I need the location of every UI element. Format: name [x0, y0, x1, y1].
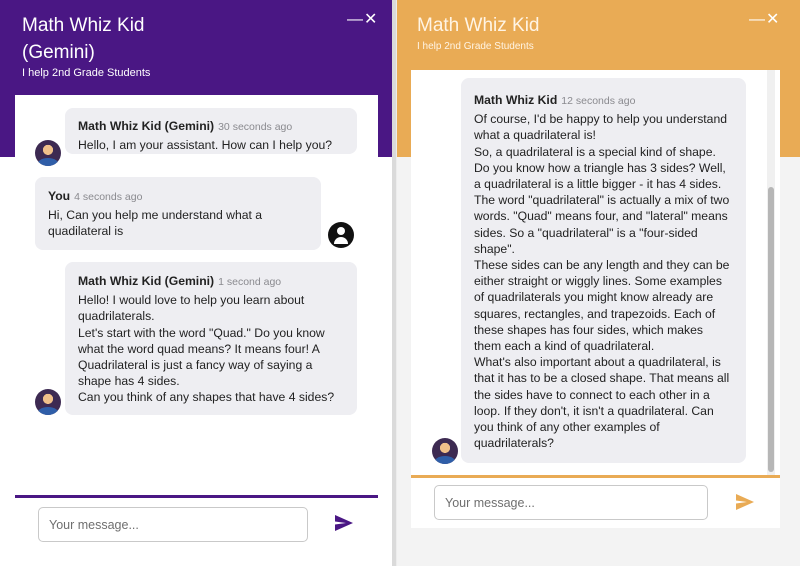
close-icon[interactable]: ✕	[364, 12, 377, 28]
scrollbar-thumb[interactable]	[768, 187, 774, 472]
message-text-line: you think of any other examples of	[474, 420, 660, 435]
message-text-line: these shapes has four sides, which makes	[474, 322, 703, 337]
send-icon[interactable]	[335, 515, 353, 531]
message-time: 30 seconds ago	[218, 121, 293, 133]
message-text-line: sides. So a "quadrilateral" is a "four-s…	[474, 225, 698, 240]
message-sender: Math Whiz Kid (Gemini)	[78, 119, 215, 133]
message-text-line: either straight or wiggly lines. Some ex…	[474, 274, 722, 289]
message-sender: Math Whiz Kid (Gemini)	[78, 274, 215, 288]
message-time: 12 seconds ago	[561, 95, 636, 107]
left-chat-card: Math Whiz Kid (Gemini) 30 seconds ago Hel…	[15, 95, 378, 550]
bot-avatar-icon	[35, 140, 61, 166]
right-chat-card: Math Whiz Kid 12 seconds ago Of course, I…	[411, 70, 780, 528]
minimize-icon[interactable]: —	[749, 12, 765, 28]
message-text-line: the sides have to connect to each other …	[474, 387, 710, 402]
message-text-line: Of course, I'd be happy to help you unde…	[474, 112, 728, 127]
panel-divider	[392, 0, 396, 566]
bot-message: Math Whiz Kid 12 seconds ago Of course, I…	[461, 78, 746, 463]
right-title: Math Whiz Kid	[417, 15, 540, 36]
bot-message: Math Whiz Kid (Gemini) 1 second ago Hello…	[65, 262, 357, 415]
message-text-line: Hi, Can you help me understand what a	[48, 208, 263, 223]
user-account-icon	[328, 222, 354, 248]
message-text-line: what a quadrilateral is!	[474, 128, 596, 143]
message-text-line: loop. If they don't, it isn't a quadrila…	[474, 403, 714, 418]
message-text: Hello, I am your assistant. How can I he…	[78, 138, 333, 153]
message-text-line: quadrilaterals?	[474, 436, 554, 451]
scrollbar-track[interactable]	[767, 70, 775, 478]
message-time: 1 second ago	[218, 276, 282, 288]
message-text-line: So, a quadrilateral is a special kind of…	[474, 144, 716, 159]
message-text-line: Can you think of any shapes that have 4 …	[78, 390, 335, 405]
bot-avatar-icon	[432, 438, 458, 464]
message-text-line: These sides can be any length and they c…	[474, 258, 730, 273]
message-text-line: a quadrilateral is a little bigger - it …	[474, 177, 722, 192]
message-sender: You	[48, 189, 71, 203]
left-composer	[15, 495, 378, 550]
message-text-line: shape".	[474, 241, 515, 256]
message-text-line: shape has 4 sides.	[78, 374, 180, 389]
message-text-line: of quadrilaterals you might know already…	[474, 290, 714, 305]
message-text-line: Do you know how a triangle has 3 sides? …	[474, 160, 726, 175]
message-text-line: What's also important about a quadrilate…	[474, 355, 721, 370]
message-sender: Math Whiz Kid	[474, 93, 558, 107]
message-text-line: that it has to be a closed shape. That m…	[474, 371, 730, 386]
message-text-line: squares, rectangles, and trapezoids. Eac…	[474, 306, 716, 321]
message-input[interactable]	[434, 485, 708, 520]
close-icon[interactable]: ✕	[766, 12, 779, 28]
send-icon[interactable]	[736, 494, 754, 510]
left-subtitle: I help 2nd Grade Students	[22, 67, 151, 79]
message-text-line: Let's start with the word "Quad." Do you…	[78, 325, 325, 340]
left-title-line2: (Gemini)	[22, 42, 95, 63]
bot-message: Math Whiz Kid (Gemini) 30 seconds ago Hel…	[65, 108, 357, 154]
message-text-line: Hello! I would love to help you learn ab…	[78, 293, 305, 308]
right-subtitle: I help 2nd Grade Students	[417, 41, 534, 52]
bot-avatar-icon	[35, 389, 61, 415]
left-message-list[interactable]: Math Whiz Kid (Gemini) 30 seconds ago Hel…	[15, 95, 378, 495]
message-text-line: quadrilaterals.	[78, 309, 155, 324]
user-message: You 4 seconds ago Hi, Can you help me und…	[35, 177, 321, 250]
right-composer	[411, 475, 780, 528]
left-chat-widget: Math Whiz Kid (Gemini) I help 2nd Grade …	[0, 0, 392, 566]
right-message-list[interactable]: Math Whiz Kid 12 seconds ago Of course, I…	[411, 70, 780, 478]
message-time: 4 seconds ago	[74, 191, 143, 203]
message-text-line: them each a kind of quadrilateral.	[474, 339, 655, 354]
message-text-line: what the word quad means? It means four!…	[78, 341, 320, 356]
minimize-icon[interactable]: —	[347, 12, 363, 28]
message-text-line: Quadrilateral is just a fancy way of say…	[78, 358, 313, 373]
message-text-line: words. "Quad" means four, and "lateral" …	[474, 209, 728, 224]
message-text-line: quadilateral is	[48, 224, 124, 239]
message-text-line: The word "quadrilateral" is actually a m…	[474, 193, 730, 208]
message-input[interactable]	[38, 507, 308, 542]
